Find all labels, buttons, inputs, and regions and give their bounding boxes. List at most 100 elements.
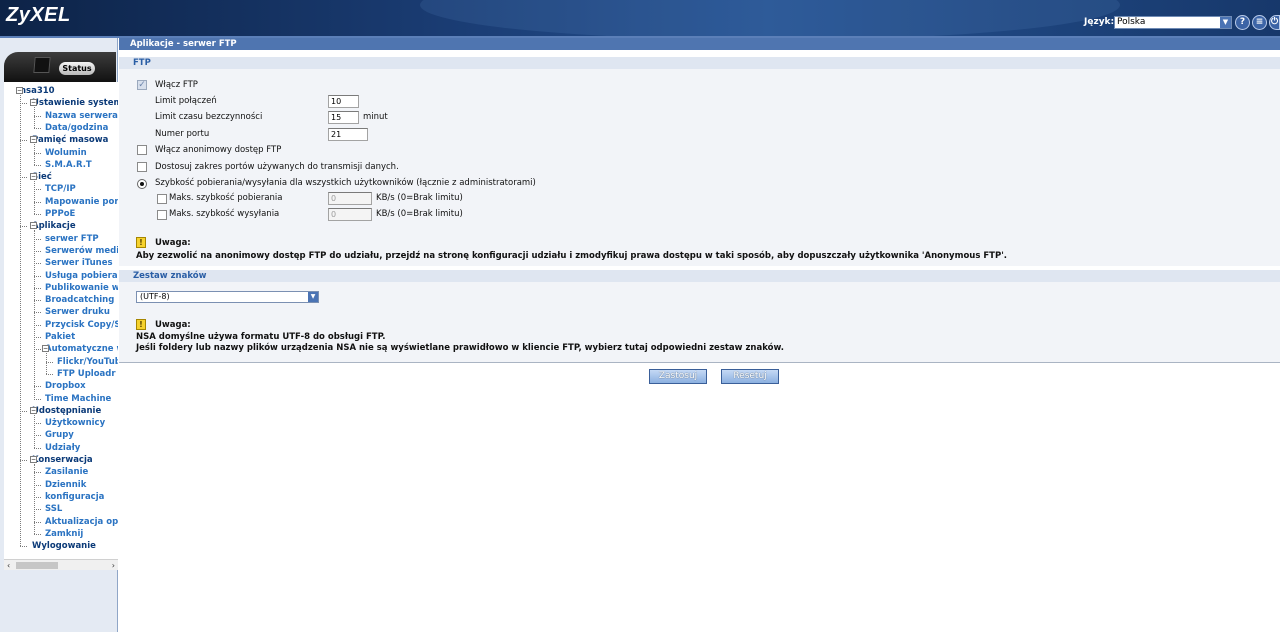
tree-item-pakiet[interactable]: Pakiet <box>45 331 75 343</box>
reset-button[interactable]: Resetuj <box>721 369 779 384</box>
tree-item-użytkownicy[interactable]: Użytkownicy <box>45 417 105 429</box>
tree-connector <box>34 324 41 326</box>
header-swoosh <box>420 0 1120 36</box>
custom-port-range-checkbox[interactable] <box>137 162 147 172</box>
tree-item-pppoe[interactable]: PPPoE <box>45 208 75 220</box>
tree-connector <box>34 447 41 449</box>
tree-item-usługa-pobierania[interactable]: Usługa pobierania <box>45 270 118 282</box>
tree-connector <box>34 398 41 400</box>
help-icon[interactable]: ? <box>1235 15 1250 30</box>
tree-item-pamięć-masowa[interactable]: Pamięć masowa <box>32 134 108 146</box>
tree-connector <box>46 373 53 375</box>
apply-button[interactable]: Zastosuj <box>649 369 707 384</box>
tree-item-ustawienie-systemu[interactable]: Ustawienie systemu <box>32 97 118 109</box>
max-upload-checkbox[interactable] <box>157 210 167 220</box>
max-upload-input[interactable]: 0 <box>328 208 372 221</box>
tree-item-serwer-druku[interactable]: Serwer druku <box>45 306 110 318</box>
charset-select[interactable]: (UTF-8) ▼ <box>136 291 319 303</box>
tree-item-nazwa-serwera[interactable]: Nazwa serwera <box>45 110 118 122</box>
tree-item-konfiguracja[interactable]: konfiguracja <box>45 491 104 503</box>
tree-item-grupy[interactable]: Grupy <box>45 429 74 441</box>
zyxel-logo: ZyXEL <box>6 4 71 26</box>
collapse-toggle-icon[interactable]: − <box>42 345 49 353</box>
tree-connector <box>34 300 41 302</box>
tree-connector <box>34 472 41 474</box>
collapse-toggle-icon[interactable]: − <box>30 406 37 414</box>
charset-section-header: Zestaw znaków <box>119 270 1280 282</box>
tree-item-przycisk-copy-sync[interactable]: Przycisk Copy/Sync <box>45 319 118 331</box>
tree-item-dziennik[interactable]: Dziennik <box>45 479 86 491</box>
tree-item-nsa310[interactable]: nsa310 <box>20 85 55 97</box>
max-upload-label: Maks. szybkość wysyłania <box>169 209 280 219</box>
tree-item-wolumin[interactable]: Wolumin <box>45 147 87 159</box>
tree-horizontal-scrollbar[interactable]: ‹ › <box>4 559 118 570</box>
speed-all-users-radio[interactable] <box>137 179 147 189</box>
logout-icon[interactable]: ⏻ <box>1269 15 1280 30</box>
tree-item-broadcatching[interactable]: Broadcatching <box>45 294 114 306</box>
connection-limit-input[interactable]: 10 <box>328 95 359 108</box>
collapse-toggle-icon[interactable]: − <box>30 99 37 107</box>
tree-item-mapowanie-portów[interactable]: Mapowanie portów <box>45 196 118 208</box>
tree-guide-line <box>34 107 35 128</box>
custom-port-range-label: Dostosuj zakres portów używanych do tran… <box>155 162 399 172</box>
tree-item-aktualizacja-oprogramowania[interactable]: Aktualizacja oprogramowania <box>45 516 118 528</box>
tree-item-serwer-itunes[interactable]: Serwer iTunes <box>45 257 113 269</box>
port-number-input[interactable]: 21 <box>328 128 368 141</box>
max-download-unit: KB/s (0=Brak limitu) <box>376 193 463 203</box>
collapse-toggle-icon[interactable]: − <box>16 87 23 94</box>
tree-item-publikowanie-w-sieci[interactable]: Publikowanie w sieci <box>45 282 118 294</box>
collapse-toggle-icon[interactable]: − <box>30 136 37 144</box>
tree-item-zasilanie[interactable]: Zasilanie <box>45 466 88 478</box>
status-tab[interactable]: Status <box>4 52 116 82</box>
divider <box>119 362 1280 363</box>
tree-item-konserwacja[interactable]: Konserwacja <box>32 454 93 466</box>
collapse-toggle-icon[interactable]: − <box>30 456 37 463</box>
anonymous-access-checkbox[interactable] <box>137 145 147 155</box>
collapse-toggle-icon[interactable]: − <box>30 222 37 230</box>
tree-item-data-godzina[interactable]: Data/godzina <box>45 122 108 134</box>
tree-item-ssl[interactable]: SSL <box>45 503 62 515</box>
language-label: Język: <box>1084 17 1115 27</box>
site-map-icon[interactable]: ≡ <box>1252 15 1267 30</box>
tree-item-udostępnianie[interactable]: Udostępnianie <box>32 405 101 417</box>
tree-item-ftp-uploadr[interactable]: FTP Uploadr <box>57 368 116 380</box>
collapse-toggle-icon[interactable]: − <box>30 173 37 181</box>
tree-item-tcp-ip[interactable]: TCP/IP <box>45 183 76 195</box>
tree-item-zamknij[interactable]: Zamknij <box>45 528 83 540</box>
tree-connector <box>34 263 41 265</box>
scroll-right-icon[interactable]: › <box>112 560 115 571</box>
anonymous-access-label: Włącz anonimowy dostęp FTP <box>155 145 282 155</box>
tree-item-flickr-youtube[interactable]: Flickr/YouTube <box>57 356 118 368</box>
tree-item-time-machine[interactable]: Time Machine <box>45 393 111 405</box>
language-select[interactable]: Polska ▼ <box>1114 16 1232 29</box>
note-icon: ! <box>136 237 146 248</box>
tree-connector <box>34 349 41 351</box>
max-download-input[interactable]: 0 <box>328 192 372 205</box>
scrollbar-thumb[interactable] <box>16 562 58 569</box>
nas-cube-icon <box>33 57 51 73</box>
idle-timeout-input[interactable]: 15 <box>328 111 359 124</box>
tree-connector <box>46 361 53 363</box>
tree-connector <box>34 312 41 314</box>
tree-item-dropbox[interactable]: Dropbox <box>45 380 86 392</box>
tree-connector <box>34 287 41 289</box>
max-download-checkbox[interactable] <box>157 194 167 204</box>
tree-connector <box>34 386 41 388</box>
chevron-down-icon: ▼ <box>1220 17 1231 28</box>
port-number-label: Numer portu <box>155 129 210 139</box>
tree-guide-line <box>34 230 35 399</box>
note2-line1: NSA domyślne używa formatu UTF-8 do obsł… <box>136 332 386 342</box>
tree-item-serwer-ftp[interactable]: serwer FTP <box>45 233 99 245</box>
tree-connector <box>34 275 41 277</box>
tree-item-wylogowanie[interactable]: Wylogowanie <box>32 540 96 552</box>
tree-item-automatyczne-wysyłanie[interactable]: Automatyczne wysyłanie <box>45 343 118 355</box>
enable-ftp-checkbox[interactable]: ✓ <box>137 80 147 90</box>
tree-item-serwerów-mediów[interactable]: Serwerów mediów <box>45 245 118 257</box>
scroll-left-icon[interactable]: ‹ <box>7 560 10 571</box>
tree-item-udziały[interactable]: Udziały <box>45 442 80 454</box>
tree-item-aplikacje[interactable]: Aplikacje <box>32 220 76 232</box>
tree-item-s-m-a-r-t[interactable]: S.M.A.R.T <box>45 159 92 171</box>
tree-guide-line <box>34 181 35 214</box>
tree-guide-line <box>34 144 35 165</box>
note-icon: ! <box>136 319 146 330</box>
